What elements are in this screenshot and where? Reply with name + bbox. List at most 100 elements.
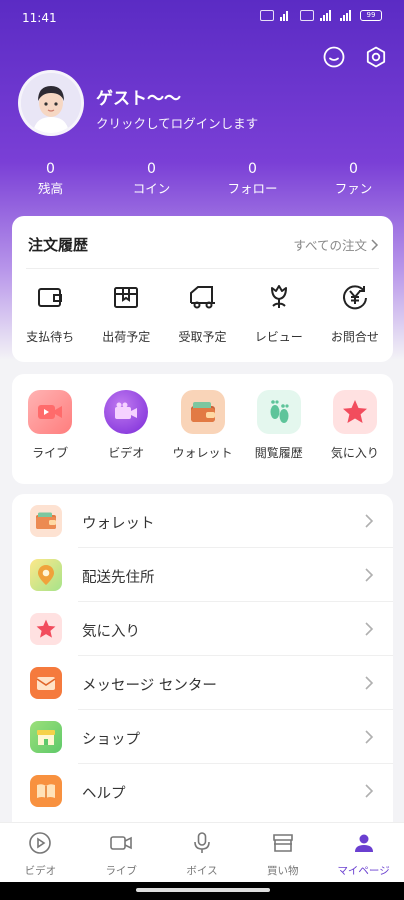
order-review[interactable]: レビュー xyxy=(241,282,317,345)
divider xyxy=(26,268,379,269)
stat-value: 0 xyxy=(147,161,156,177)
order-status-row: 支払待ち 出荷予定 受取予定 レビュー お問合せ xyxy=(12,282,393,345)
stat-label: 残高 xyxy=(37,181,63,196)
tab-live[interactable]: ライブ xyxy=(81,823,162,882)
chevron-right-icon xyxy=(365,622,374,636)
order-status-label: お問合せ xyxy=(330,330,379,344)
menu-item-help[interactable]: ヘルプ xyxy=(12,764,393,818)
menu-item-address[interactable]: 配送先住所 xyxy=(12,548,393,602)
stat-balance[interactable]: 0 残高 xyxy=(0,160,101,204)
stat-value: 0 xyxy=(248,161,257,177)
person-icon xyxy=(354,834,373,852)
shop-icon xyxy=(30,721,62,753)
tab-mypage[interactable]: マイページ xyxy=(323,823,404,882)
star-icon xyxy=(30,613,62,645)
quick-access-label: ライブ xyxy=(32,446,69,460)
chevron-right-icon xyxy=(365,730,374,744)
tab-video[interactable]: ビデオ xyxy=(0,823,81,882)
signal-icon-2 xyxy=(340,10,354,21)
stat-value: 0 xyxy=(46,161,55,177)
order-status-label: 支払待ち xyxy=(26,330,75,344)
bottom-tab-bar: ビデオ ライブ ボイス 買い物 マイページ xyxy=(0,822,404,882)
status-bar: 11:41 99 xyxy=(0,0,404,34)
live-camera-icon xyxy=(28,390,73,434)
quick-video[interactable]: ビデオ xyxy=(88,390,164,461)
order-pending-payment[interactable]: 支払待ち xyxy=(12,282,88,345)
menu-item-favorites[interactable]: 気に入り xyxy=(12,602,393,656)
tab-voice[interactable]: ボイス xyxy=(162,823,243,882)
menu-item-messages[interactable]: メッセージ センター xyxy=(12,656,393,710)
home-indicator[interactable] xyxy=(136,888,270,892)
menu-item-label: ウォレット xyxy=(82,516,155,532)
header-actions xyxy=(322,45,388,69)
wallet-icon xyxy=(38,288,63,307)
quick-access-label: ウォレット xyxy=(172,446,233,460)
package-icon xyxy=(114,287,139,308)
quick-access-card: ライブ ビデオ ウォレット 閲覧履歴 気に入り xyxy=(12,374,393,484)
stat-label: フォロー xyxy=(227,181,278,196)
order-to-ship[interactable]: 出荷予定 xyxy=(88,282,164,345)
stat-value: 0 xyxy=(349,161,358,177)
quick-history[interactable]: 閲覧履歴 xyxy=(241,390,317,461)
stat-coins[interactable]: 0 コイン xyxy=(101,160,202,204)
tab-label: 買い物 xyxy=(267,865,299,877)
status-time: 11:41 xyxy=(22,11,57,25)
menu-item-label: 気に入り xyxy=(82,624,140,640)
flower-icon xyxy=(270,285,287,308)
order-to-receive[interactable]: 受取予定 xyxy=(164,282,240,345)
stat-label: ファン xyxy=(334,181,373,196)
chevron-right-icon xyxy=(371,238,379,251)
quick-live[interactable]: ライブ xyxy=(12,390,88,461)
menu-item-wallet[interactable]: ウォレット xyxy=(12,494,393,548)
stat-label: コイン xyxy=(132,181,171,196)
stat-following[interactable]: 0 フォロー xyxy=(202,160,303,204)
hd-icon xyxy=(300,10,314,21)
login-prompt[interactable]: クリックしてログインします xyxy=(96,113,258,132)
system-navigation-bar xyxy=(0,882,404,900)
battery-icon: 99 xyxy=(360,10,382,21)
tab-shopping[interactable]: 買い物 xyxy=(242,823,323,882)
menu-item-label: メッセージ センター xyxy=(82,678,217,694)
menu-list-card: ウォレット 配送先住所 気に入り メッセージ センター ショップ ヘルプ xyxy=(12,494,393,824)
tab-label: マイページ xyxy=(337,865,390,877)
profile-stats: 0 残高 0 コイン 0 フォロー 0 ファン xyxy=(0,160,404,204)
avatar[interactable] xyxy=(18,70,84,136)
status-icons: 99 xyxy=(260,10,382,21)
signal-icon xyxy=(320,10,334,21)
message-icon[interactable] xyxy=(322,45,346,69)
store-icon xyxy=(272,834,293,852)
quick-access-row: ライブ ビデオ ウォレット 閲覧履歴 気に入り xyxy=(12,390,393,461)
quick-access-label: ビデオ xyxy=(108,446,145,460)
settings-icon[interactable] xyxy=(364,45,388,69)
quick-access-label: 気に入り xyxy=(330,446,379,460)
book-icon xyxy=(30,775,62,807)
envelope-icon xyxy=(30,667,62,699)
vibrate-icon xyxy=(260,10,274,21)
menu-item-shop[interactable]: ショップ xyxy=(12,710,393,764)
profile-name[interactable]: ゲスト～～ xyxy=(96,84,181,109)
stat-fans[interactable]: 0 ファン xyxy=(303,160,404,204)
order-status-label: レビュー xyxy=(254,330,303,344)
chevron-right-icon xyxy=(365,568,374,582)
video-icon xyxy=(104,390,149,434)
order-inquiry[interactable]: お問合せ xyxy=(317,282,393,345)
tab-label: ボイス xyxy=(186,865,218,877)
wallet-icon xyxy=(30,505,62,537)
order-status-label: 受取予定 xyxy=(178,330,227,344)
order-history-card: 注文履歴 すべての注文 支払待ち 出荷予定 受取予定 レビュー お問合せ xyxy=(12,216,393,362)
chevron-right-icon xyxy=(365,676,374,690)
tab-label: ライブ xyxy=(105,865,137,877)
order-status-label: 出荷予定 xyxy=(102,330,151,344)
star-icon xyxy=(332,390,377,434)
menu-item-label: 配送先住所 xyxy=(82,570,155,586)
map-pin-icon xyxy=(30,559,62,591)
quick-favorites[interactable]: 気に入り xyxy=(317,390,393,461)
all-orders-link[interactable]: すべての注文 xyxy=(293,235,379,254)
microphone-icon xyxy=(194,832,210,853)
quick-wallet[interactable]: ウォレット xyxy=(164,390,240,461)
chevron-right-icon xyxy=(365,784,374,798)
all-orders-label: すべての注文 xyxy=(293,238,367,253)
wifi-icon xyxy=(280,10,294,21)
video-camera-icon xyxy=(110,836,132,850)
quick-access-label: 閲覧履歴 xyxy=(254,446,303,460)
